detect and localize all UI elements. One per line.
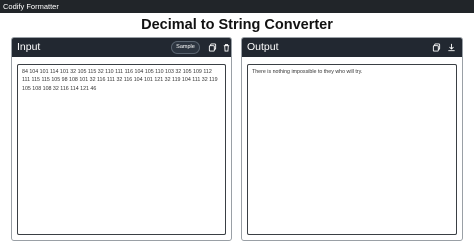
output-textarea[interactable]: There is nothing impossible to they who … [247,64,457,235]
app-navbar: Codify Formatter [0,0,474,13]
input-textarea[interactable]: 84 104 101 114 101 32 105 115 32 110 111… [17,64,226,235]
sample-button[interactable]: Sample [171,41,200,54]
input-panel-header: Input Sample [12,38,231,57]
output-panel-title: Output [247,41,279,53]
output-panel-header: Output [242,38,462,57]
input-panel: Input Sample 84 104 101 114 101 32 105 1… [11,37,232,241]
output-panel: Output There is nothing impossible to th… [241,37,463,241]
brand-logo-text[interactable]: Codify Formatter [3,2,59,11]
copy-icon[interactable] [208,43,217,52]
copy-icon[interactable] [432,43,441,52]
page-title: Decimal to String Converter [141,17,333,33]
input-panel-title: Input [17,41,41,53]
download-icon[interactable] [447,43,456,52]
trash-icon[interactable] [222,43,231,52]
